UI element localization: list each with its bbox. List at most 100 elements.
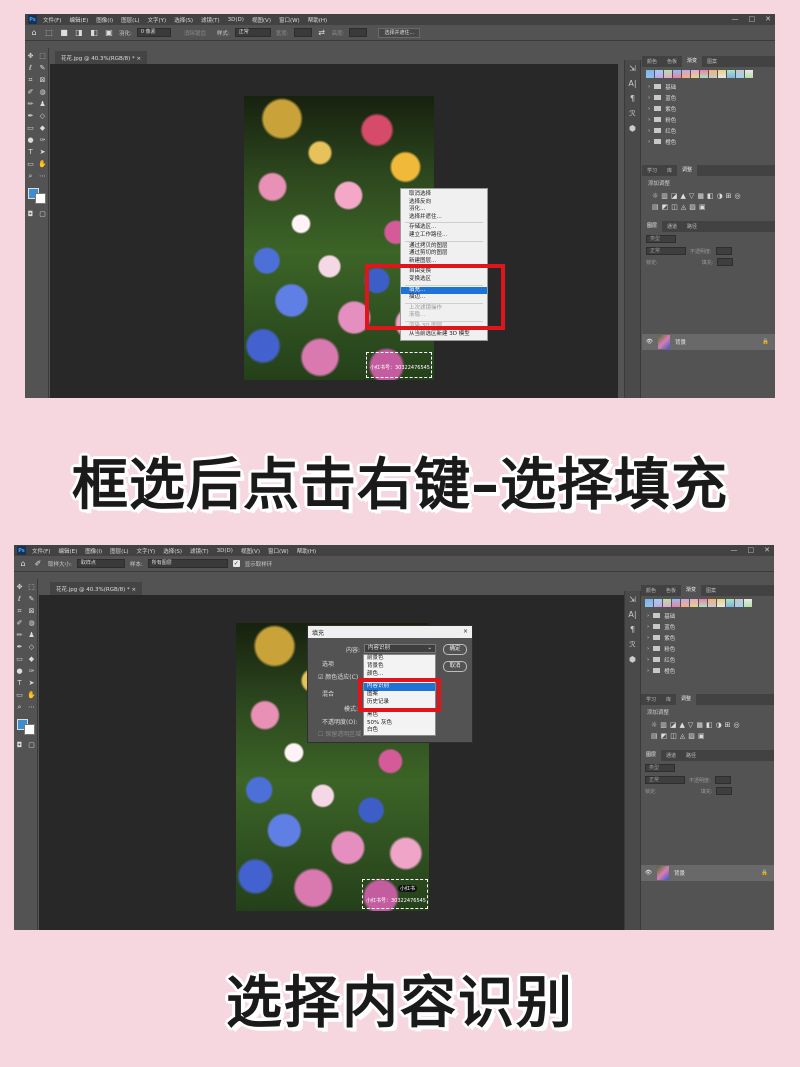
menu-select[interactable]: 选择(S) (174, 16, 193, 24)
posterize-icon[interactable]: ◫ (670, 732, 677, 740)
pen-tool-icon[interactable]: ✑ (38, 136, 47, 145)
preserve-transparency-checkbox[interactable]: ☐ 保留透明区域 (318, 729, 361, 738)
feather-input[interactable]: 0 像素 (136, 28, 171, 37)
context-menu-item[interactable]: 通过剪切的图层 (401, 250, 487, 258)
sample-select[interactable]: 所有图层 (147, 559, 228, 568)
stamp-tool-icon[interactable]: ♟ (38, 100, 47, 109)
menu-filter[interactable]: 滤镜(T) (201, 16, 220, 24)
more-tools-icon[interactable]: ⋯ (38, 172, 47, 181)
dropdown-option[interactable]: 黑色 (364, 712, 435, 720)
document-tab[interactable]: 花花.jpg @ 40.3%(RGB/8) * × (50, 582, 143, 595)
marquee-tool-icon[interactable]: ⬚ (27, 583, 36, 592)
color-balance-icon[interactable]: ◧ (707, 192, 714, 200)
brightness-icon[interactable]: ☼ (652, 192, 658, 200)
gradient-map-icon[interactable]: ▨ (688, 732, 695, 740)
eyedropper-tool-icon[interactable]: ✐ (33, 559, 43, 569)
gradient-swatch[interactable] (663, 599, 671, 607)
menu-view[interactable]: 视图(V) (252, 16, 271, 24)
subtract-selection-icon[interactable]: ◧ (89, 28, 99, 38)
layer-row-background[interactable]: 👁 背景 🔒 (641, 865, 774, 881)
gradient-swatch[interactable] (745, 70, 753, 78)
show-ring-checkbox[interactable]: ✓ (232, 560, 240, 567)
dodge-tool-icon[interactable]: ● (26, 136, 35, 145)
path-select-tool-icon[interactable]: ➤ (27, 679, 36, 688)
frame-tool-icon[interactable]: ⊠ (27, 607, 36, 616)
exposure-icon[interactable]: ▲ (681, 192, 686, 200)
quick-mask-icon[interactable]: ◘ (26, 210, 35, 219)
hand-tool-icon[interactable]: ✋ (27, 691, 36, 700)
black-white-icon[interactable]: ◑ (716, 721, 722, 729)
eyedropper-tool-icon[interactable]: ✐ (26, 88, 35, 97)
tab-gradients[interactable]: 渐变 (682, 56, 703, 67)
paragraph-icon[interactable]: ¶ (630, 625, 635, 634)
hue-saturation-icon[interactable]: ▦ (696, 721, 703, 729)
color-swatches[interactable] (27, 188, 46, 204)
type-tool-icon[interactable]: T (26, 148, 35, 157)
glyphs-icon[interactable]: ℛ (629, 109, 635, 118)
menu-view[interactable]: 视图(V) (241, 547, 260, 555)
gradient-swatch[interactable] (726, 599, 734, 607)
color-swatches[interactable] (16, 719, 35, 735)
eraser-tool-icon[interactable]: ◇ (38, 112, 47, 121)
brush-tool-icon[interactable]: ✏ (15, 631, 24, 640)
close-icon[interactable]: ✕ (764, 546, 770, 554)
maximize-icon[interactable]: □ (749, 15, 756, 23)
gradient-folder[interactable]: › 基础 (641, 610, 774, 621)
history-icon[interactable]: ⇲ (629, 595, 636, 604)
tab-learn[interactable]: 学习 (642, 167, 662, 174)
tab-learn[interactable]: 学习 (641, 696, 661, 703)
height-input[interactable] (349, 28, 368, 37)
intersect-selection-icon[interactable]: ▣ (104, 28, 114, 38)
layer-filter-select[interactable]: 类型 (645, 764, 675, 772)
more-tools-icon[interactable]: ⋯ (27, 703, 36, 712)
move-tool-icon[interactable]: ✥ (26, 52, 35, 61)
channel-mixer-icon[interactable]: ◎ (734, 721, 740, 729)
fill-input[interactable] (716, 787, 733, 795)
selective-color-icon[interactable]: ▣ (699, 203, 706, 211)
sample-size-select[interactable]: 取样点 (76, 559, 125, 568)
color-lookup-icon[interactable]: ▤ (652, 203, 659, 211)
tab-patterns[interactable]: 图案 (702, 58, 722, 65)
fill-input[interactable] (717, 258, 734, 266)
threshold-icon[interactable]: ◬ (681, 203, 686, 211)
opacity-input[interactable] (714, 776, 731, 784)
exposure-icon[interactable]: ▲ (680, 721, 685, 729)
photo-filter-icon[interactable]: ⊞ (725, 721, 731, 729)
photo-filter-icon[interactable]: ⊞ (726, 192, 732, 200)
zoom-tool-icon[interactable]: ⌕ (15, 703, 24, 712)
screen-mode-icon[interactable]: ▢ (38, 210, 47, 219)
menu-image[interactable]: 图像(I) (96, 16, 113, 24)
gradient-swatch[interactable] (691, 70, 699, 78)
gradient-swatch[interactable] (690, 599, 698, 607)
context-menu-item[interactable]: 从当前选区新建 3D 模型 (401, 331, 487, 339)
gradient-map-icon[interactable]: ▨ (689, 203, 696, 211)
gradient-folder[interactable]: › 红色 (642, 125, 775, 136)
quick-mask-icon[interactable]: ◘ (15, 741, 24, 750)
tab-layers[interactable]: 图层 (642, 221, 663, 232)
healing-tool-icon[interactable]: ◍ (38, 88, 47, 97)
background-color-swatch[interactable] (23, 724, 35, 735)
gradient-swatch[interactable] (718, 70, 726, 78)
tab-color[interactable]: 颜色 (642, 58, 662, 65)
type-tool-icon[interactable]: T (15, 679, 24, 688)
gradient-swatch[interactable] (735, 599, 743, 607)
dropdown-option[interactable]: 背景色 (364, 663, 435, 671)
history-brush-icon[interactable]: ✒ (26, 112, 35, 121)
minimize-icon[interactable]: — (731, 546, 738, 554)
gradient-folder[interactable]: › 紫色 (642, 103, 775, 114)
selective-color-icon[interactable]: ▣ (698, 732, 705, 740)
tab-libraries[interactable]: 库 (662, 167, 677, 174)
screen-mode-icon[interactable]: ▢ (27, 741, 36, 750)
new-selection-icon[interactable]: ■ (59, 28, 69, 38)
marquee-tool-icon[interactable]: ⬚ (44, 28, 54, 38)
lasso-tool-icon[interactable]: ℓ (15, 595, 24, 604)
tab-layers[interactable]: 图层 (641, 750, 662, 761)
character-icon[interactable]: A| (628, 79, 636, 88)
zoom-tool-icon[interactable]: ⌕ (26, 172, 35, 181)
levels-icon[interactable]: ▥ (660, 721, 667, 729)
menu-type[interactable]: 文字(Y) (148, 16, 167, 24)
gradient-swatch[interactable] (646, 70, 654, 78)
menu-layer[interactable]: 图层(L) (110, 547, 128, 555)
menu-edit[interactable]: 编辑(E) (58, 547, 77, 555)
channel-mixer-icon[interactable]: ◎ (735, 192, 741, 200)
